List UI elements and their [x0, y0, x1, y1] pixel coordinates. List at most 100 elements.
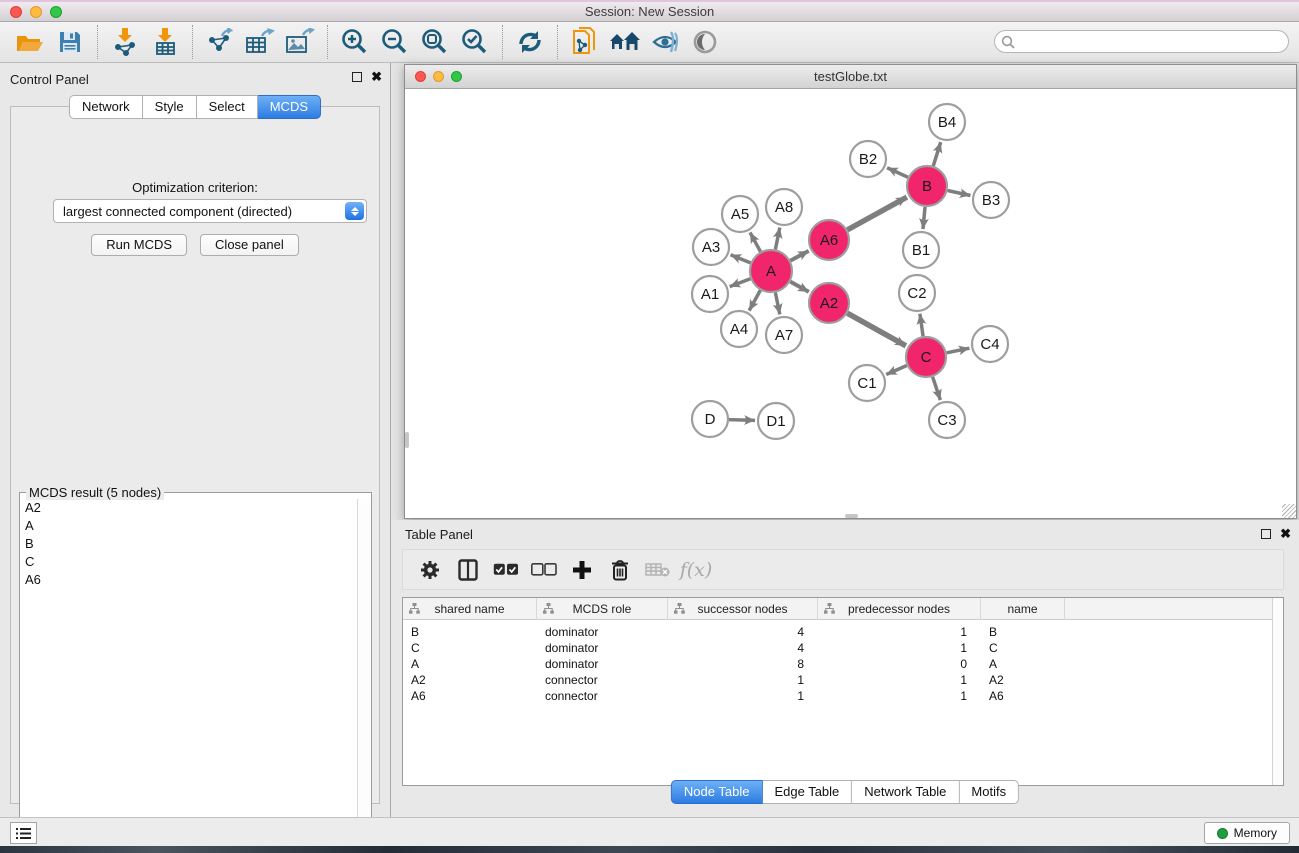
- graph-node-D1[interactable]: D1: [758, 403, 794, 439]
- tab-node-table[interactable]: Node Table: [671, 780, 763, 804]
- task-history-button[interactable]: [10, 822, 37, 844]
- graph-node-A5[interactable]: A5: [722, 196, 758, 232]
- graph-edge-B-B4[interactable]: [933, 142, 940, 166]
- graph-edge-C-C2[interactable]: [920, 314, 923, 336]
- graph-node-B4[interactable]: B4: [929, 104, 965, 140]
- table-row[interactable]: Cdominator41C: [403, 640, 1283, 656]
- network-close-button[interactable]: [415, 71, 426, 82]
- tab-edge-table[interactable]: Edge Table: [762, 780, 852, 804]
- graph-node-A6[interactable]: A6: [809, 220, 849, 260]
- mcds-result-item[interactable]: B: [21, 535, 357, 553]
- hide-selected-button[interactable]: [645, 25, 685, 59]
- import-table-button[interactable]: [145, 25, 185, 59]
- table-row[interactable]: A2connector11A2: [403, 672, 1283, 688]
- tab-network[interactable]: Network: [69, 95, 143, 119]
- graph-node-D[interactable]: D: [692, 401, 728, 437]
- graph-edge-A2-C[interactable]: [847, 313, 906, 346]
- graph-edge-A-A1[interactable]: [730, 279, 751, 287]
- graph-edge-C-C3[interactable]: [933, 377, 941, 400]
- tab-mcds[interactable]: MCDS: [258, 95, 321, 119]
- home-layout-button[interactable]: [605, 25, 645, 59]
- float-table-panel-icon[interactable]: [1261, 529, 1271, 539]
- table-row[interactable]: A6connector11A6: [403, 688, 1283, 704]
- node-table[interactable]: shared nameMCDS rolesuccessor nodesprede…: [402, 597, 1284, 786]
- search-input[interactable]: [1019, 35, 1269, 49]
- graph-node-B1[interactable]: B1: [903, 232, 939, 268]
- tab-motifs[interactable]: Motifs: [959, 780, 1019, 804]
- graph-edge-A-A6[interactable]: [790, 251, 808, 261]
- export-image-button[interactable]: [280, 25, 320, 59]
- graph-edge-B-B1[interactable]: [923, 207, 925, 229]
- minimize-window-button[interactable]: [30, 6, 42, 18]
- graph-edge-A-A4[interactable]: [749, 290, 760, 310]
- graph-edge-C-C1[interactable]: [886, 365, 907, 374]
- tab-select[interactable]: Select: [197, 95, 258, 119]
- column-header-successor-nodes[interactable]: successor nodes: [668, 598, 818, 620]
- graph-edge-A-A5[interactable]: [750, 232, 760, 251]
- criterion-dropdown[interactable]: largest connected component (directed): [53, 199, 367, 223]
- graph-edge-B-B2[interactable]: [887, 168, 908, 178]
- table-vertical-scrollbar[interactable]: [1272, 598, 1283, 785]
- column-header-name[interactable]: name: [981, 598, 1065, 620]
- search-field[interactable]: [994, 30, 1289, 53]
- table-settings-button[interactable]: [411, 553, 449, 587]
- graph-node-B[interactable]: B: [907, 166, 947, 206]
- close-table-panel-icon[interactable]: ✖: [1280, 529, 1291, 539]
- deselect-all-columns-button[interactable]: [525, 553, 563, 587]
- close-panel-icon[interactable]: ✖: [371, 72, 382, 82]
- graph-node-B2[interactable]: B2: [850, 141, 886, 177]
- network-vertical-scrollbar[interactable]: [405, 432, 409, 448]
- graph-edge-C-C4[interactable]: [947, 348, 970, 353]
- column-header-predecessor-nodes[interactable]: predecessor nodes: [818, 598, 981, 620]
- zoom-fit-button[interactable]: [415, 25, 455, 59]
- mcds-result-item[interactable]: A6: [21, 571, 357, 589]
- column-header-shared-name[interactable]: shared name: [403, 598, 537, 620]
- duplicate-network-button[interactable]: [565, 25, 605, 59]
- graph-node-C3[interactable]: C3: [929, 402, 965, 438]
- zoom-out-button[interactable]: [375, 25, 415, 59]
- graph-node-A7[interactable]: A7: [766, 317, 802, 353]
- table-row[interactable]: Bdominator41B: [403, 624, 1283, 640]
- column-layout-button[interactable]: [449, 553, 487, 587]
- graph-node-B3[interactable]: B3: [973, 182, 1009, 218]
- network-minimize-button[interactable]: [433, 71, 444, 82]
- graph-node-A1[interactable]: A1: [692, 276, 728, 312]
- graph-node-A2[interactable]: A2: [809, 283, 849, 323]
- delete-column-button[interactable]: [601, 553, 639, 587]
- tab-style[interactable]: Style: [143, 95, 197, 119]
- select-all-columns-button[interactable]: [487, 553, 525, 587]
- graph-node-A4[interactable]: A4: [721, 311, 757, 347]
- run-mcds-button[interactable]: Run MCDS: [91, 234, 187, 256]
- add-column-button[interactable]: [563, 553, 601, 587]
- graph-edge-A6-B[interactable]: [847, 197, 906, 230]
- mcds-result-item[interactable]: C: [21, 553, 357, 571]
- graph-node-A[interactable]: A: [750, 250, 792, 292]
- network-canvas[interactable]: AA1A2A3A4A5A6A7A8BB1B2B3B4CC1C2C3C4DD1: [405, 90, 1296, 518]
- zoom-window-button[interactable]: [50, 6, 62, 18]
- network-zoom-button[interactable]: [451, 71, 462, 82]
- close-panel-button[interactable]: Close panel: [200, 234, 299, 256]
- graph-edge-A-A2[interactable]: [790, 282, 809, 292]
- graph-node-C2[interactable]: C2: [899, 275, 935, 311]
- network-graph[interactable]: AA1A2A3A4A5A6A7A8BB1B2B3B4CC1C2C3C4DD1: [405, 90, 1296, 518]
- memory-button[interactable]: Memory: [1204, 822, 1290, 844]
- graph-node-A8[interactable]: A8: [766, 189, 802, 225]
- mcds-result-item[interactable]: A2: [21, 499, 357, 517]
- mcds-result-scrollbar[interactable]: [357, 499, 370, 832]
- function-builder-button[interactable]: f(x): [677, 553, 715, 587]
- close-window-button[interactable]: [10, 6, 22, 18]
- graph-edge-A-A8[interactable]: [775, 228, 779, 250]
- export-table-button[interactable]: [240, 25, 280, 59]
- zoom-in-button[interactable]: [335, 25, 375, 59]
- refresh-view-button[interactable]: [510, 25, 550, 59]
- export-network-button[interactable]: [200, 25, 240, 59]
- graph-node-A3[interactable]: A3: [693, 229, 729, 265]
- graph-edge-A-A7[interactable]: [775, 293, 779, 315]
- tab-network-table[interactable]: Network Table: [852, 780, 959, 804]
- show-all-button[interactable]: [685, 25, 725, 59]
- zoom-selected-button[interactable]: [455, 25, 495, 59]
- open-session-button[interactable]: [10, 25, 50, 59]
- graph-edge-A-A3[interactable]: [730, 255, 750, 263]
- graph-node-C4[interactable]: C4: [972, 326, 1008, 362]
- mcds-result-item[interactable]: A: [21, 517, 357, 535]
